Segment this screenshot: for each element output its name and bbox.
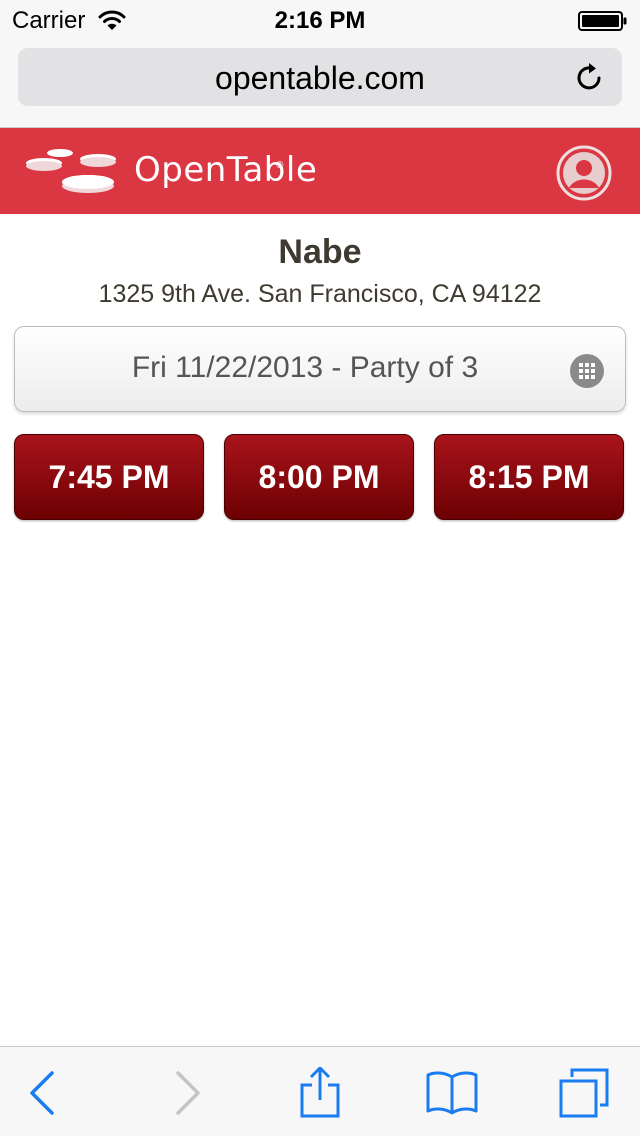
browser-toolbar: [0, 1046, 640, 1136]
status-time: 2:16 PM: [274, 7, 366, 34]
forward-icon[interactable]: [158, 1067, 214, 1119]
calendar-grid-icon[interactable]: [569, 353, 605, 389]
battery-icon: [578, 11, 627, 31]
share-icon[interactable]: [292, 1067, 348, 1119]
time-slot-button[interactable]: 8:00 PM: [224, 434, 414, 520]
logo-registered-mark: ®: [276, 160, 284, 171]
profile-icon[interactable]: [556, 145, 612, 201]
date-party-text: Fri 11/22/2013 - Party of 3: [131, 351, 479, 384]
back-icon[interactable]: [18, 1067, 74, 1119]
bookmarks-icon[interactable]: [424, 1067, 480, 1119]
date-party-selector[interactable]: Fri 11/22/2013 - Party of 3: [14, 326, 626, 412]
browser-chrome: Carrier 2:16 PM opentable.com: [0, 0, 640, 128]
restaurant-address: 1325 9th Ave. San Francisco, CA 94122: [98, 280, 542, 308]
status-bar: Carrier 2:16 PM: [0, 0, 640, 40]
time-slot-button[interactable]: 8:15 PM: [434, 434, 624, 520]
time-slot-button[interactable]: 7:45 PM: [14, 434, 204, 520]
opentable-logo-icon[interactable]: [24, 146, 120, 196]
logo-wordmark[interactable]: OpenTable: [134, 150, 317, 190]
tabs-icon[interactable]: [556, 1067, 612, 1119]
reload-icon[interactable]: [574, 61, 606, 93]
site-header: OpenTable ®: [0, 128, 640, 214]
restaurant-name: Nabe: [278, 233, 362, 271]
url-text[interactable]: opentable.com: [18, 60, 622, 97]
address-bar[interactable]: opentable.com: [18, 48, 622, 106]
